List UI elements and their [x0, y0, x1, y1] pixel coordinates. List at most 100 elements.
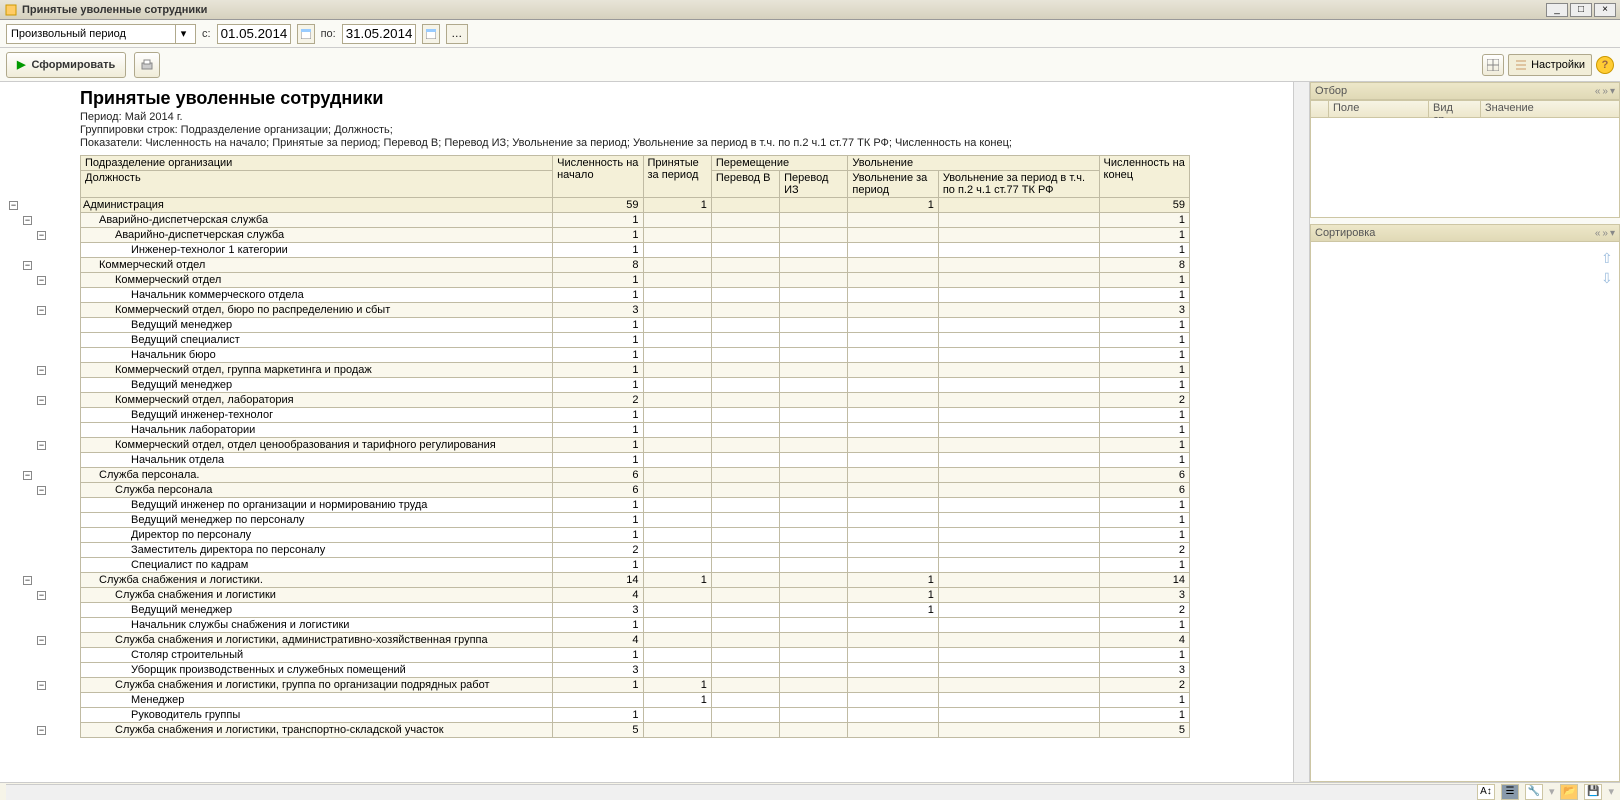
value-cell [711, 453, 779, 468]
close-button[interactable]: × [1594, 3, 1616, 17]
tree-toggle[interactable]: − [23, 471, 32, 480]
sb-wrench-button[interactable]: 🔧 [1525, 784, 1543, 800]
table-row[interactable]: −Коммерческий отдел11 [81, 273, 1190, 288]
tree-toggle[interactable]: − [37, 366, 46, 375]
panel-expand-icon[interactable]: » [1602, 86, 1608, 97]
table-row[interactable]: −Служба снабжения и логистики.141114 [81, 573, 1190, 588]
value-cell: 6 [553, 483, 643, 498]
filter-field-col: Поле [1329, 101, 1429, 117]
table-row[interactable]: Менеджер11 [81, 693, 1190, 708]
tree-toggle[interactable]: − [37, 726, 46, 735]
table-row[interactable]: Заместитель директора по персоналу22 [81, 543, 1190, 558]
calendar-to-button[interactable] [422, 24, 440, 44]
move-up-button[interactable]: ⇧ [1601, 250, 1615, 264]
move-down-button[interactable]: ⇩ [1601, 270, 1615, 284]
table-row[interactable]: Столяр строительный11 [81, 648, 1190, 663]
tree-toggle[interactable]: − [37, 636, 46, 645]
tree-toggle[interactable]: − [23, 216, 32, 225]
value-cell [938, 663, 1099, 678]
tree-toggle[interactable]: − [23, 576, 32, 585]
table-row[interactable]: −Администрация591159 [81, 198, 1190, 213]
table-row[interactable]: Уборщик производственных и служебных пом… [81, 663, 1190, 678]
table-row[interactable]: −Коммерческий отдел, отдел ценообразован… [81, 438, 1190, 453]
sort-menu-icon[interactable]: ▾ [1610, 228, 1615, 239]
table-row[interactable]: Ведущий специалист11 [81, 333, 1190, 348]
filter-value-col: Значение [1481, 101, 1619, 117]
sb-font-button[interactable]: A↕ [1477, 784, 1495, 800]
value-cell [938, 228, 1099, 243]
tree-toggle[interactable]: − [37, 276, 46, 285]
tree-toggle[interactable]: − [23, 261, 32, 270]
dropdown-icon[interactable]: ▾ [175, 25, 191, 43]
value-cell [848, 663, 938, 678]
date-to-input[interactable] [342, 24, 416, 44]
tree-toggle[interactable]: − [37, 591, 46, 600]
table-row[interactable]: Ведущий инженер по организации и нормиро… [81, 498, 1190, 513]
generate-button[interactable]: ▶ Сформировать [6, 52, 126, 78]
vertical-scrollbar[interactable] [1293, 82, 1309, 782]
filter-body[interactable] [1310, 118, 1620, 218]
value-cell [643, 213, 711, 228]
period-type-select[interactable]: Произвольный период ▾ [6, 24, 196, 44]
settings-button[interactable]: Настройки [1508, 54, 1592, 76]
tree-toggle[interactable]: − [37, 681, 46, 690]
value-cell [711, 378, 779, 393]
table-row[interactable]: Начальник бюро11 [81, 348, 1190, 363]
table-row[interactable]: Ведущий инженер-технолог11 [81, 408, 1190, 423]
horizontal-scrollbar[interactable] [6, 784, 1477, 800]
table-row[interactable]: Ведущий менеджер11 [81, 318, 1190, 333]
value-cell [848, 213, 938, 228]
sort-body[interactable]: ⇧ ⇩ [1310, 242, 1620, 782]
panel-collapse-icon[interactable]: « [1595, 86, 1601, 97]
value-cell [780, 348, 848, 363]
table-row[interactable]: Ведущий менеджер11 [81, 378, 1190, 393]
table-row[interactable]: Ведущий менеджер по персоналу11 [81, 513, 1190, 528]
grid-button[interactable] [1482, 54, 1504, 76]
table-row[interactable]: −Аварийно-диспетчерская служба11 [81, 228, 1190, 243]
tree-toggle[interactable]: − [9, 201, 18, 210]
tree-toggle[interactable]: − [37, 396, 46, 405]
minimize-button[interactable]: _ [1546, 3, 1568, 17]
table-row[interactable]: −Коммерческий отдел, лаборатория22 [81, 393, 1190, 408]
table-row[interactable]: Начальник лаборатории11 [81, 423, 1190, 438]
table-row[interactable]: Руководитель группы11 [81, 708, 1190, 723]
table-row[interactable]: Начальник отдела11 [81, 453, 1190, 468]
sort-collapse-icon[interactable]: « [1595, 228, 1601, 239]
sb-open-button[interactable]: 📂 [1560, 784, 1578, 800]
table-row[interactable]: Специалист по кадрам11 [81, 558, 1190, 573]
date-from-input[interactable] [217, 24, 291, 44]
calendar-from-button[interactable] [297, 24, 315, 44]
table-row[interactable]: Ведущий менеджер312 [81, 603, 1190, 618]
value-cell [711, 273, 779, 288]
table-row[interactable]: −Аварийно-диспетчерская служба11 [81, 213, 1190, 228]
sb-table-button[interactable]: ☰ [1501, 784, 1519, 800]
value-cell [780, 663, 848, 678]
table-row[interactable]: −Служба персонала.66 [81, 468, 1190, 483]
table-row[interactable]: −Служба снабжения и логистики, администр… [81, 633, 1190, 648]
tree-toggle[interactable]: − [37, 486, 46, 495]
table-row[interactable]: Инженер-технолог 1 категории11 [81, 243, 1190, 258]
table-row[interactable]: Директор по персоналу11 [81, 528, 1190, 543]
table-row[interactable]: −Служба снабжения и логистики, группа по… [81, 678, 1190, 693]
table-row[interactable]: −Коммерческий отдел, бюро по распределен… [81, 303, 1190, 318]
period-more-button[interactable]: … [446, 24, 468, 44]
table-row[interactable]: Начальник службы снабжения и логистики11 [81, 618, 1190, 633]
tree-toggle[interactable]: − [37, 231, 46, 240]
maximize-button[interactable]: □ [1570, 3, 1592, 17]
table-row[interactable]: Начальник коммерческого отдела11 [81, 288, 1190, 303]
sb-save-button[interactable]: 💾 [1584, 784, 1602, 800]
table-row[interactable]: −Служба персонала66 [81, 483, 1190, 498]
table-row[interactable]: −Коммерческий отдел, группа маркетинга и… [81, 363, 1190, 378]
row-name-cell: −Служба персонала [81, 483, 553, 498]
tree-toggle[interactable]: − [37, 441, 46, 450]
tree-toggle[interactable]: − [37, 306, 46, 315]
table-row[interactable]: −Служба снабжения и логистики, транспорт… [81, 723, 1190, 738]
table-row[interactable]: −Коммерческий отдел88 [81, 258, 1190, 273]
row-name-cell: Ведущий специалист [81, 333, 553, 348]
print-button[interactable] [134, 52, 160, 78]
report-title: Принятые уволенные сотрудники [80, 88, 1291, 109]
table-row[interactable]: −Служба снабжения и логистики413 [81, 588, 1190, 603]
help-button[interactable]: ? [1596, 56, 1614, 74]
sort-expand-icon[interactable]: » [1602, 228, 1608, 239]
panel-menu-icon[interactable]: ▾ [1610, 86, 1615, 97]
